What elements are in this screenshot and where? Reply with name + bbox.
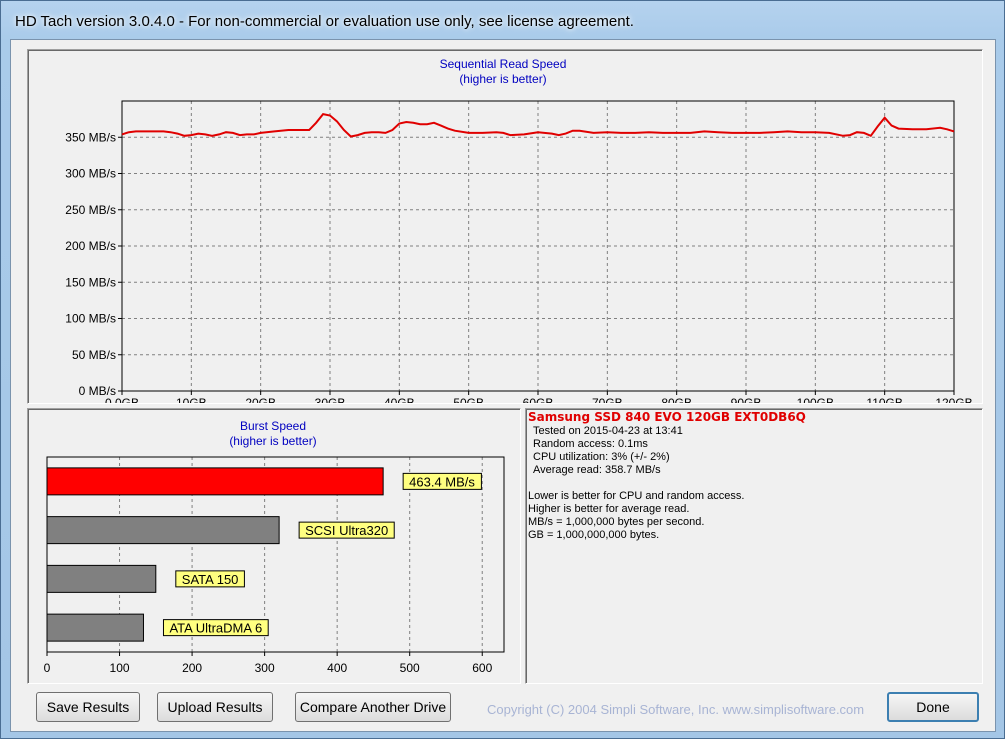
burst-bar: [46, 564, 157, 593]
burst-speed-chart: Burst Speed (higher is better) 463.4 MB/…: [44, 419, 505, 675]
seq-x-tick-label: 120GB: [935, 396, 972, 403]
note-line: GB = 1,000,000,000 bytes.: [528, 529, 660, 541]
burst-x-tick-label: 500: [400, 661, 420, 675]
sequential-read-chart: Sequential Read Speed (higher is better)…: [65, 57, 972, 403]
seq-y-tick-label: 150 MB/s: [65, 275, 116, 289]
seq-y-tick-label: 300 MB/s: [65, 167, 116, 181]
copyright-text: Copyright (C) 2004 Simpli Software, Inc.…: [487, 702, 865, 717]
burst-x-tick-label: 600: [472, 661, 492, 675]
burst-bar: [46, 516, 280, 545]
seq-x-tick-label: 30GB: [315, 396, 346, 403]
app-window: HD Tach version 3.0.4.0 - For non-commer…: [0, 0, 1005, 739]
save-results-label: Save Results: [46, 699, 130, 715]
note-line: MB/s = 1,000,000 bytes per second.: [528, 516, 705, 528]
average-read: Average read: 358.7 MB/s: [533, 464, 661, 476]
burst-x-tick-label: 100: [110, 661, 130, 675]
burst-x-tick-label: 300: [255, 661, 275, 675]
upload-results-button[interactable]: Upload Results: [157, 692, 273, 722]
seq-x-tick-label: 100GB: [797, 396, 834, 403]
burst-speed-panel: Burst Speed (higher is better) 463.4 MB/…: [27, 408, 521, 684]
random-access: Random access: 0.1ms: [533, 438, 648, 450]
window-title: HD Tach version 3.0.4.0 - For non-commer…: [15, 13, 634, 30]
burst-x-tick-label: 400: [327, 661, 347, 675]
upload-results-label: Upload Results: [167, 699, 263, 715]
title-bar[interactable]: HD Tach version 3.0.4.0 - For non-commer…: [1, 1, 1004, 41]
burst-bar-label: ATA UltraDMA 6: [169, 621, 262, 636]
seq-x-tick-label: 40GB: [384, 396, 415, 403]
compare-drive-label: Compare Another Drive: [299, 699, 447, 715]
drive-info-panel: Samsung SSD 840 EVO 120GB EXT0DB6Q Teste…: [525, 408, 983, 684]
done-button[interactable]: Done: [887, 692, 979, 722]
seq-x-tick-label: 20GB: [245, 396, 276, 403]
seq-x-tick-label: 60GB: [523, 396, 554, 403]
seq-x-tick-label: 10GB: [176, 396, 207, 403]
burst-bar-label: SATA 150: [182, 572, 239, 587]
sequential-read-panel: Sequential Read Speed (higher is better)…: [27, 49, 983, 404]
seq-x-tick-label: 90GB: [731, 396, 762, 403]
seq-x-tick-label: 110GB: [866, 396, 902, 403]
seq-y-tick-label: 250 MB/s: [65, 203, 116, 217]
seq-chart-title: Sequential Read Speed: [440, 57, 567, 71]
burst-bar-label: 463.4 MB/s: [409, 474, 475, 489]
seq-y-tick-label: 200 MB/s: [65, 239, 116, 253]
burst-x-tick-label: 0: [44, 661, 51, 675]
client-area: Sequential Read Speed (higher is better)…: [10, 39, 996, 732]
cpu-utilization: CPU utilization: 3% (+/- 2%): [533, 451, 670, 463]
burst-bar-label: SCSI Ultra320: [305, 523, 388, 538]
note-line: Higher is better for average read.: [528, 503, 690, 515]
seq-y-tick-label: 50 MB/s: [72, 348, 116, 362]
seq-y-tick-label: 100 MB/s: [65, 312, 116, 326]
seq-x-tick-label: 70GB: [592, 396, 623, 403]
burst-bar: [46, 467, 384, 496]
burst-chart-title: Burst Speed: [240, 419, 306, 433]
compare-another-drive-button[interactable]: Compare Another Drive: [295, 692, 451, 722]
note-line: Lower is better for CPU and random acces…: [528, 490, 745, 502]
seq-x-tick-label: 80GB: [661, 396, 692, 403]
burst-chart-subtitle: (higher is better): [229, 434, 316, 448]
seq-x-tick-label: 50GB: [453, 396, 484, 403]
seq-chart-subtitle: (higher is better): [459, 72, 546, 86]
save-results-button[interactable]: Save Results: [36, 692, 140, 722]
seq-y-tick-label: 350 MB/s: [65, 130, 116, 144]
tested-on: Tested on 2015-04-23 at 13:41: [533, 425, 683, 437]
seq-x-tick-label: 0,0GB: [105, 396, 139, 403]
done-label: Done: [916, 699, 950, 715]
burst-bar: [46, 613, 144, 642]
burst-x-tick-label: 200: [182, 661, 202, 675]
drive-name: Samsung SSD 840 EVO 120GB EXT0DB6Q: [528, 410, 806, 424]
